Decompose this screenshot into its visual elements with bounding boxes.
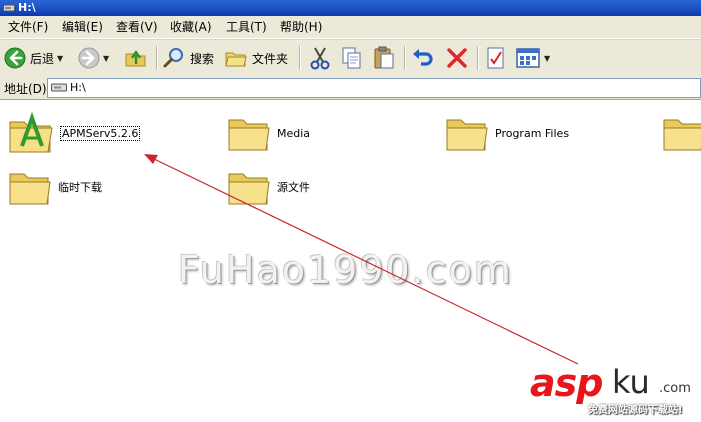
watermark-text: FuHao1990.com — [178, 248, 513, 292]
file-item-program-files[interactable]: Program Files — [445, 112, 569, 154]
address-value: H:\ — [70, 81, 86, 94]
address-bar: 地址(D) H:\ — [0, 77, 701, 100]
standard-toolbar: 后退 ▼ ▼ 搜索 文件夹 ▼ — [0, 39, 701, 78]
toolbar-separator — [156, 46, 158, 70]
folder-icon — [228, 119, 270, 151]
back-button[interactable]: 后退 ▼ — [4, 45, 63, 71]
file-item-label: Media — [277, 126, 311, 140]
menu-tools[interactable]: 工具(T) — [224, 20, 269, 34]
address-input[interactable]: H:\ — [47, 78, 701, 98]
folder-icon — [446, 119, 488, 151]
folders-button[interactable]: 文件夹 — [224, 45, 288, 71]
undo-icon — [413, 49, 433, 66]
cut-button[interactable] — [309, 45, 331, 71]
delete-button[interactable] — [445, 45, 469, 71]
file-item-label: 源文件 — [277, 181, 310, 194]
paste-button[interactable] — [373, 45, 395, 71]
up-button[interactable] — [124, 45, 148, 71]
folders-label: 文件夹 — [252, 51, 289, 66]
search-label: 搜索 — [190, 51, 215, 66]
file-item-apmserv[interactable]: APMServ5.2.6 — [8, 112, 141, 154]
file-item-source-files[interactable]: 源文件 — [227, 166, 310, 208]
toolbar-separator — [404, 46, 406, 70]
folder-up-icon — [125, 50, 146, 67]
apmserv-folder-icon — [9, 112, 53, 153]
file-item-partial[interactable] — [662, 112, 701, 154]
drive-icon — [51, 83, 67, 92]
views-grid-icon — [516, 48, 540, 68]
back-arrow-icon — [4, 47, 26, 69]
paste-icon — [374, 46, 394, 69]
delete-x-icon — [447, 48, 467, 68]
folder-icon — [9, 173, 51, 205]
file-item-label: APMServ5.2.6 — [60, 125, 141, 141]
drive-icon — [3, 4, 15, 12]
menu-bar: 文件(F) 编辑(E) 查看(V) 收藏(A) 工具(T) 帮助(H) — [0, 16, 701, 39]
file-item-temp-download[interactable]: 临时下载 — [8, 166, 102, 208]
back-dropdown-icon[interactable]: ▼ — [57, 54, 63, 63]
toolbar-separator — [477, 46, 479, 70]
folder-icon — [228, 173, 270, 205]
menu-favorites[interactable]: 收藏(A) — [168, 20, 214, 34]
menu-file[interactable]: 文件(F) — [6, 20, 50, 34]
forward-dropdown-icon[interactable]: ▼ — [103, 54, 109, 63]
file-item-media[interactable]: Media — [227, 112, 310, 154]
undo-button[interactable] — [411, 45, 435, 71]
file-item-label: Program Files — [495, 126, 570, 140]
toolbar-separator — [299, 46, 301, 70]
folder-icon — [663, 119, 701, 151]
window-title: H:\ — [18, 1, 36, 14]
search-button[interactable]: 搜索 — [162, 45, 214, 71]
views-button[interactable]: ▼ — [515, 45, 550, 71]
copy-icon — [342, 47, 361, 69]
title-bar[interactable]: H:\ — [0, 0, 701, 16]
back-label: 后退 — [30, 51, 55, 66]
menu-help[interactable]: 帮助(H) — [278, 20, 324, 34]
brand-subtitle: 免费网站源码下载站! — [588, 405, 683, 416]
properties-icon — [487, 47, 504, 69]
brand-asp: asp — [530, 361, 603, 405]
search-icon — [163, 48, 183, 68]
brand-com: .com — [659, 381, 691, 396]
forward-button[interactable]: ▼ — [78, 45, 109, 71]
brand-ku: ku — [612, 363, 650, 401]
menu-view[interactable]: 查看(V) — [114, 20, 160, 34]
file-list-view[interactable]: APMServ5.2.6 Media Program Files 临时下载 源文… — [0, 100, 701, 422]
scissors-icon — [310, 47, 330, 70]
file-item-label: 临时下载 — [58, 181, 102, 194]
folders-icon — [225, 52, 247, 67]
forward-arrow-icon — [78, 47, 100, 69]
copy-button[interactable] — [341, 45, 363, 71]
menu-edit[interactable]: 编辑(E) — [60, 20, 105, 34]
views-dropdown-icon[interactable]: ▼ — [544, 54, 550, 63]
properties-button[interactable] — [485, 45, 507, 71]
address-label: 地址(D) — [4, 82, 47, 96]
